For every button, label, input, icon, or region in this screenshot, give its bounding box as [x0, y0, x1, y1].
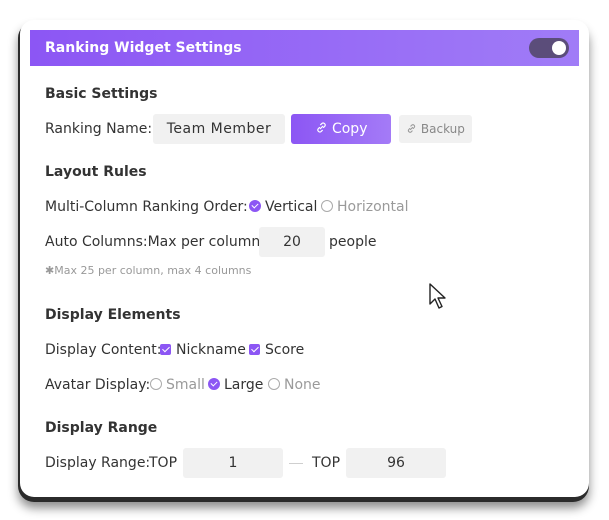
nickname-checkbox[interactable]: Nickname: [160, 342, 246, 358]
score-checkbox[interactable]: Score: [249, 342, 304, 358]
ranking-name-input[interactable]: Team Member: [153, 114, 285, 144]
avatar-large-option[interactable]: Large: [208, 377, 263, 393]
mouse-cursor-icon: [428, 282, 448, 316]
people-unit-label: people: [329, 234, 377, 250]
backup-button-label: Backup: [420, 122, 465, 136]
settings-card: Ranking Widget Settings Basic Settings R…: [20, 20, 589, 497]
avatar-display-label: Avatar Display:: [45, 377, 151, 393]
avatar-none-label: None: [284, 377, 321, 393]
range-to-input[interactable]: 96: [346, 448, 446, 478]
order-horizontal-option[interactable]: Horizontal: [321, 199, 408, 215]
basic-settings-title: Basic Settings: [45, 86, 158, 102]
toggle-knob: [552, 41, 566, 55]
radio-checked-icon: [208, 378, 220, 390]
link-icon: [315, 121, 332, 137]
range-from-input[interactable]: 1: [183, 448, 283, 478]
ranking-name-label: Ranking Name:: [45, 121, 153, 137]
enable-toggle[interactable]: [529, 38, 569, 58]
score-label: Score: [265, 342, 305, 358]
display-elements-title: Display Elements: [45, 307, 181, 323]
header-title: Ranking Widget Settings: [45, 40, 242, 56]
radio-checked-icon: [249, 200, 261, 212]
range-separator: [289, 463, 303, 464]
link-icon: [406, 122, 421, 136]
order-vertical-label: Vertical: [265, 199, 318, 215]
nickname-label: Nickname: [176, 342, 246, 358]
limit-note: ✱Max 25 per column, max 4 columns: [45, 264, 252, 277]
order-horizontal-label: Horizontal: [337, 199, 409, 215]
max-per-column-input[interactable]: 20: [259, 227, 325, 257]
radio-empty-icon: [268, 378, 280, 390]
avatar-small-option[interactable]: Small: [150, 377, 205, 393]
display-content-label: Display Content:: [45, 342, 162, 358]
range-to-prefix: TOP: [312, 455, 341, 471]
copy-button-label: Copy: [331, 121, 368, 137]
layout-rules-title: Layout Rules: [45, 164, 147, 180]
avatar-none-option[interactable]: None: [268, 377, 321, 393]
column-order-label: Multi-Column Ranking Order:: [45, 199, 248, 215]
checkbox-checked-icon: [249, 344, 260, 355]
range-from-prefix: TOP: [149, 455, 178, 471]
display-range-label: Display Range:: [45, 455, 151, 471]
avatar-small-label: Small: [166, 377, 205, 393]
display-range-title: Display Range: [45, 420, 158, 436]
checkbox-checked-icon: [160, 344, 171, 355]
avatar-large-label: Large: [224, 377, 264, 393]
order-vertical-option[interactable]: Vertical: [249, 199, 317, 215]
radio-empty-icon: [321, 200, 333, 212]
header-bar: Ranking Widget Settings: [30, 30, 579, 66]
auto-columns-label: Auto Columns:Max per column: [45, 234, 261, 250]
backup-button[interactable]: Backup: [399, 115, 472, 143]
copy-button[interactable]: Copy: [291, 114, 391, 144]
radio-empty-icon: [150, 378, 162, 390]
